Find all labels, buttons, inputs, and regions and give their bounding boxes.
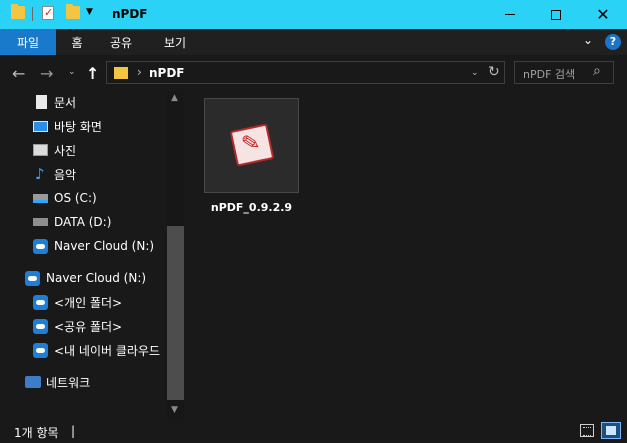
address-dropdown-icon[interactable]: ⌄ (471, 68, 479, 78)
tab-file[interactable]: 파일 (0, 29, 56, 55)
help-icon[interactable]: ? (605, 34, 621, 50)
drive-icon (33, 218, 48, 226)
scroll-up-icon[interactable]: ▲ (171, 93, 178, 103)
large-icons-view-icon[interactable] (601, 422, 621, 439)
quick-access-separator (32, 7, 33, 21)
nav-item-label: <개인 폴더> (54, 295, 123, 310)
nav-item-label: 사진 (54, 143, 77, 158)
close-icon: ✕ (596, 5, 610, 24)
navigation-pane: 문서 바탕 화면 사진 ♪ 음악 OS (C:) DATA (D:) Naver… (0, 91, 167, 419)
properties-icon[interactable] (42, 6, 54, 20)
nav-item-documents[interactable]: 문서 (0, 91, 167, 113)
nav-item-music[interactable]: ♪ 음악 (0, 163, 167, 185)
npdf-app-icon (229, 123, 275, 167)
breadcrumb-npdf[interactable]: nPDF (149, 66, 185, 80)
nav-item-label: 네트워크 (46, 375, 91, 390)
title-bar: ▼ nPDF ✕ (0, 0, 627, 29)
nav-item-shared-folder[interactable]: <공유 폴더> (0, 315, 167, 337)
folder-icon (114, 67, 128, 79)
status-bar: 1개 항목 | (0, 419, 627, 443)
nav-item-label: 문서 (54, 95, 77, 110)
address-row: ← → ⌄ ↑ › nPDF ⌄ ↻ nPDF 검색 ⌕ (0, 55, 627, 91)
desktop-icon (33, 120, 48, 132)
address-bar[interactable]: › nPDF ⌄ ↻ (106, 61, 505, 84)
nav-item-my-naver-cloud[interactable]: <내 네이버 클라우드 (0, 339, 167, 361)
maximize-icon (551, 9, 561, 20)
naver-cloud-icon (33, 238, 48, 254)
nav-item-naver-cloud-root[interactable]: Naver Cloud (N:) (0, 267, 167, 289)
maximize-button[interactable] (533, 0, 579, 29)
up-arrow-icon[interactable]: ↑ (86, 64, 99, 83)
naver-cloud-folder-icon (33, 318, 48, 334)
tab-home[interactable]: 홈 (60, 29, 94, 55)
nav-item-label: <공유 폴더> (54, 319, 123, 334)
ribbon-tabs: 파일 홈 공유 보기 ⌄ ? (0, 29, 627, 55)
file-name: nPDF_0.9.2.9 (210, 201, 293, 214)
nav-item-os-drive[interactable]: OS (C:) (0, 187, 167, 209)
file-thumbnail (204, 98, 299, 193)
nav-item-label: OS (C:) (54, 191, 97, 205)
recent-locations-icon[interactable]: ⌄ (68, 67, 76, 77)
tab-view[interactable]: 보기 (152, 29, 198, 55)
nav-item-pictures[interactable]: 사진 (0, 139, 167, 161)
back-arrow-icon[interactable]: ← (12, 64, 25, 83)
nav-item-network[interactable]: 네트워크 (0, 371, 167, 393)
file-list: nPDF_0.9.2.9 (184, 91, 627, 419)
nav-item-label: Naver Cloud (N:) (46, 271, 147, 285)
nav-item-label: DATA (D:) (54, 215, 112, 229)
quick-access-dropdown-icon[interactable]: ▼ (86, 7, 93, 17)
documents-icon (36, 95, 47, 109)
nav-item-personal-folder[interactable]: <개인 폴더> (0, 291, 167, 313)
new-folder-icon[interactable] (66, 4, 80, 19)
folder-icon[interactable] (11, 4, 25, 19)
window-title: nPDF (112, 7, 148, 21)
expand-ribbon-icon[interactable]: ⌄ (583, 33, 593, 47)
network-icon (25, 376, 41, 388)
status-separator: | (71, 424, 76, 438)
details-view-icon[interactable] (580, 424, 594, 437)
nav-scrollbar[interactable]: ▲ ▼ (167, 91, 184, 419)
nav-item-data-drive[interactable]: DATA (D:) (0, 211, 167, 233)
forward-arrow-icon[interactable]: → (40, 64, 53, 83)
pictures-icon (33, 144, 48, 156)
nav-item-desktop[interactable]: 바탕 화면 (0, 115, 167, 137)
scrollbar-thumb[interactable] (167, 226, 184, 400)
item-count: 1개 항목 (14, 426, 59, 440)
naver-cloud-info-icon (33, 342, 48, 358)
nav-item-label: 음악 (54, 167, 77, 182)
music-icon: ♪ (35, 165, 45, 183)
nav-item-label: Naver Cloud (N:) (54, 239, 155, 253)
naver-cloud-icon (25, 270, 40, 286)
file-item[interactable]: nPDF_0.9.2.9 (204, 98, 299, 214)
minimize-icon (505, 14, 515, 15)
nav-item-label: <내 네이버 클라우드 (54, 343, 161, 358)
tab-share[interactable]: 공유 (98, 29, 144, 55)
refresh-icon[interactable]: ↻ (488, 64, 500, 80)
close-button[interactable]: ✕ (580, 0, 626, 29)
search-input[interactable]: nPDF 검색 ⌕ (514, 61, 614, 84)
nav-item-naver-cloud[interactable]: Naver Cloud (N:) (0, 235, 167, 257)
naver-cloud-folder-icon (33, 294, 48, 310)
nav-item-label: 바탕 화면 (54, 119, 102, 134)
search-icon[interactable]: ⌕ (593, 63, 601, 79)
breadcrumb-separator[interactable]: › (137, 65, 142, 79)
os-drive-icon (33, 193, 48, 203)
scroll-down-icon[interactable]: ▼ (171, 405, 178, 415)
minimize-button[interactable] (487, 0, 533, 29)
search-placeholder: nPDF 검색 (523, 68, 576, 81)
